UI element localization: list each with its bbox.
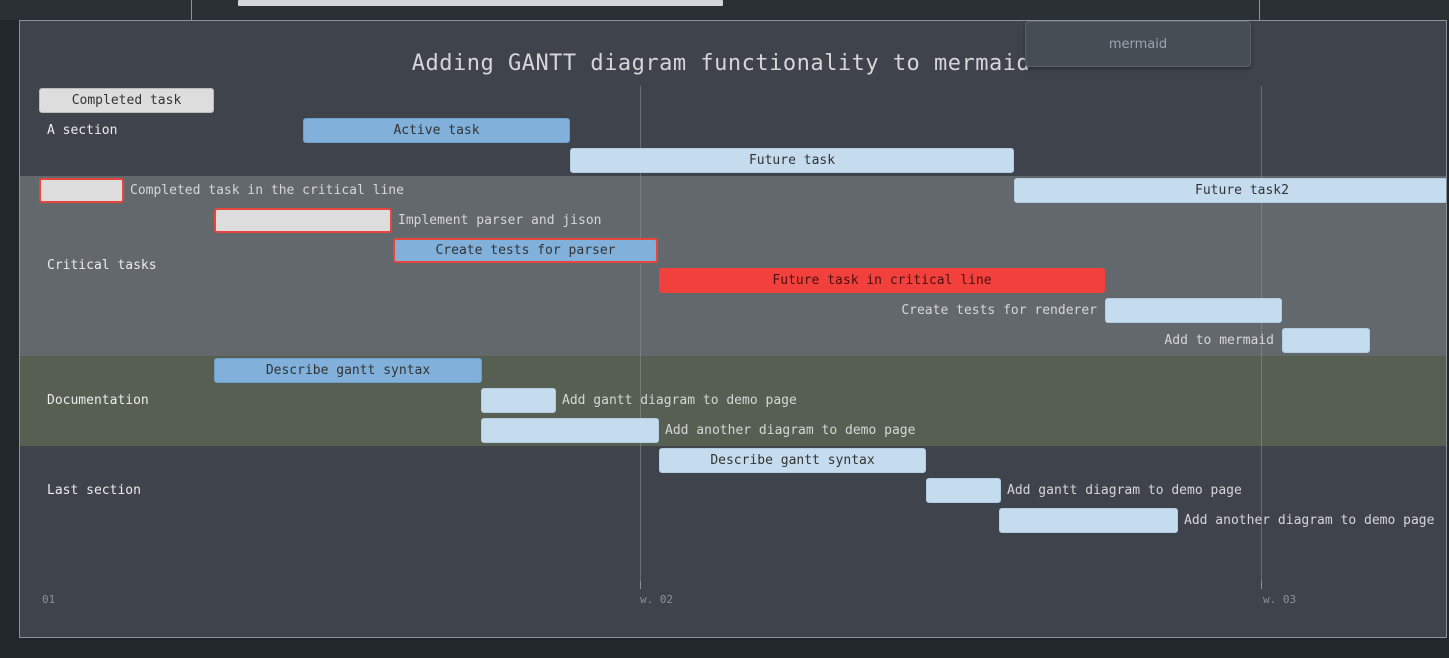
- mermaid-badge[interactable]: mermaid: [1025, 21, 1251, 67]
- task-bar[interactable]: [39, 178, 124, 203]
- task-label: Future task: [748, 153, 836, 168]
- axis-tick-label: w. 02: [640, 593, 674, 606]
- task-label: Add another diagram to demo page: [1184, 513, 1435, 528]
- task-label: Add to mermaid: [1164, 333, 1274, 348]
- task-label: Completed task: [71, 93, 182, 108]
- task-bar[interactable]: [214, 208, 392, 233]
- axis-tick-mark: [1261, 581, 1262, 589]
- chrome-progress-bar: [238, 0, 723, 6]
- section-title-a-section: A section: [47, 123, 118, 138]
- task-label: Create tests for renderer: [901, 303, 1097, 318]
- task-bar[interactable]: [999, 508, 1178, 533]
- task-bar[interactable]: [481, 418, 659, 443]
- mermaid-badge-label: mermaid: [1108, 36, 1168, 52]
- task-bar[interactable]: [481, 388, 556, 413]
- section-title-documentation: Documentation: [47, 393, 149, 408]
- task-bar[interactable]: [1105, 298, 1282, 323]
- chrome-divider-right: [1259, 0, 1260, 20]
- gantt-chart: Adding GANTT diagram functionality to me…: [19, 20, 1447, 638]
- task-label: Future task2: [1195, 183, 1289, 198]
- task-label: Implement parser and jison: [398, 213, 602, 228]
- browser-chrome-strip: [0, 0, 1449, 20]
- task-label: Create tests for parser: [435, 243, 616, 258]
- time-axis: 01 w. 02 w. 03: [20, 581, 1446, 637]
- task-label: Future task in critical line: [772, 273, 992, 288]
- task-label: Completed task in the critical line: [130, 183, 404, 198]
- task-label: Active task: [393, 123, 480, 138]
- chart-title-text: Adding GANTT diagram functionality to me…: [411, 51, 1031, 76]
- task-bar[interactable]: [1282, 328, 1370, 353]
- task-label: Add gantt diagram to demo page: [1007, 483, 1242, 498]
- chrome-divider-left: [191, 0, 192, 20]
- task-bar[interactable]: [926, 478, 1001, 503]
- task-label: Add gantt diagram to demo page: [562, 393, 797, 408]
- axis-tick-label: 01: [42, 593, 56, 606]
- section-title-last-section: Last section: [47, 483, 141, 498]
- task-label: Describe gantt syntax: [265, 363, 431, 378]
- section-title-critical-tasks: Critical tasks: [47, 258, 157, 273]
- task-label: Add another diagram to demo page: [665, 423, 916, 438]
- axis-tick-mark: [640, 581, 641, 589]
- task-label: Describe gantt syntax: [710, 453, 875, 468]
- axis-tick-label: w. 03: [1263, 593, 1297, 606]
